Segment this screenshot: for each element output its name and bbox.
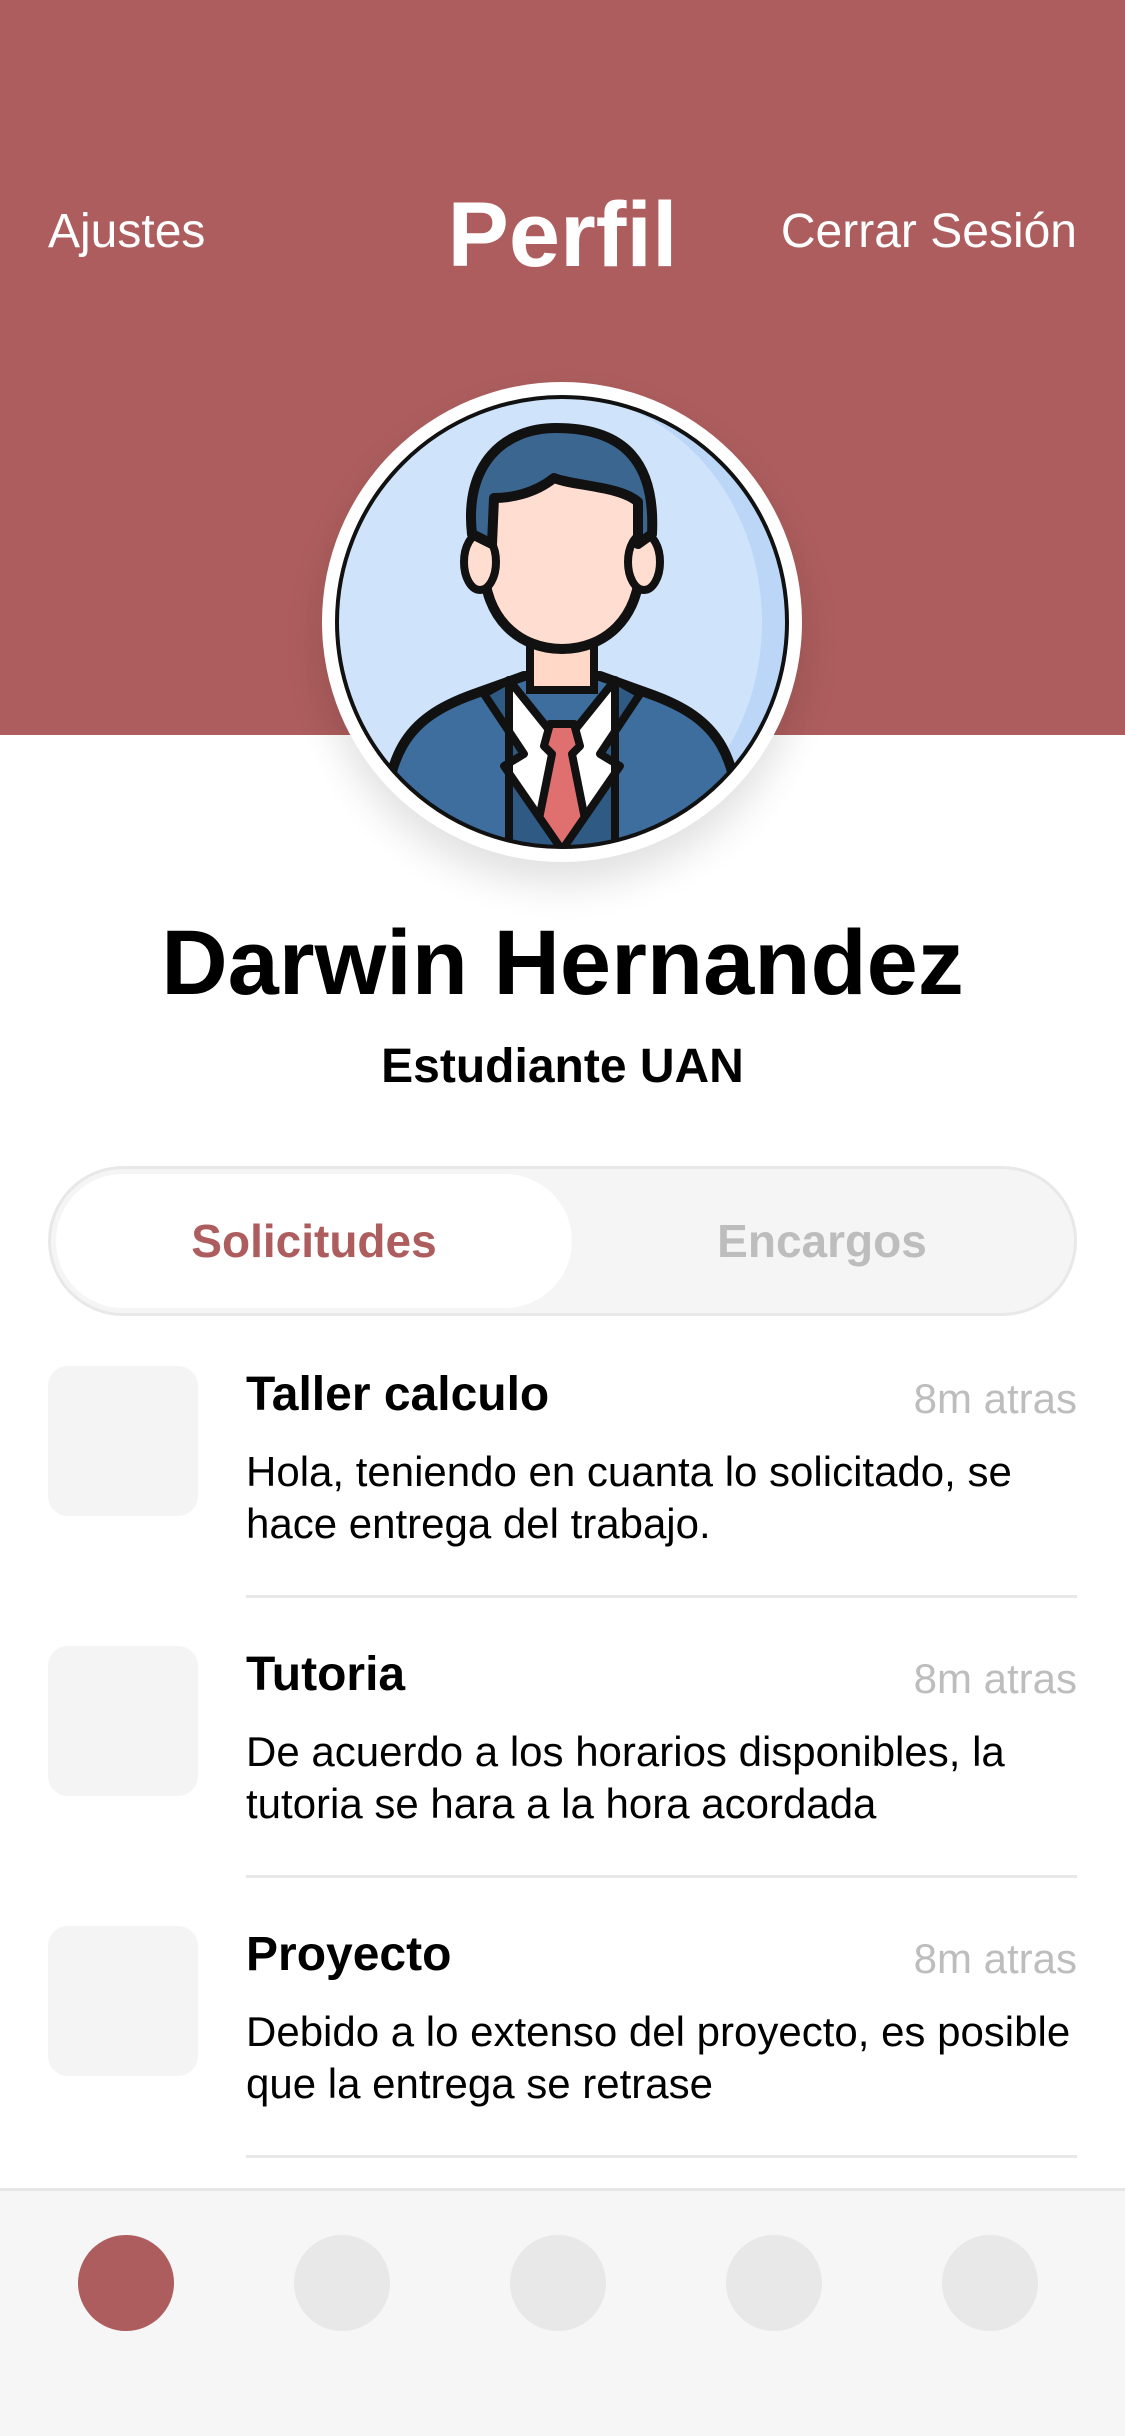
divider: [246, 1595, 1077, 1598]
message-time: 8m atras: [913, 1375, 1077, 1422]
message-body: Debido a lo extenso del proyecto, es pos…: [246, 2008, 1071, 2107]
tab-bar-item-1[interactable]: [78, 2235, 174, 2331]
message-time: 8m atras: [913, 1935, 1077, 1982]
divider: [246, 2155, 1077, 2158]
tab-solicitudes[interactable]: Solicitudes: [56, 1174, 572, 1308]
tab-bar-item-4[interactable]: [726, 2235, 822, 2331]
tab-encargos[interactable]: Encargos: [572, 1174, 1072, 1308]
tab-bar-item-3[interactable]: [510, 2235, 606, 2331]
message-time: 8m atras: [913, 1655, 1077, 1702]
profile-role: Estudiante UAN: [381, 1040, 744, 1093]
tab-bar-item-2[interactable]: [294, 2235, 390, 2331]
logout-link[interactable]: Cerrar Sesión: [781, 200, 1077, 264]
message-body: De acuerdo a los horarios disponibles, l…: [246, 1728, 1005, 1827]
list-item[interactable]: Taller calculo 8m atras Hola, teniendo e…: [0, 1366, 1125, 1646]
divider: [246, 1875, 1077, 1878]
segmented-control: Solicitudes Encargos: [48, 1166, 1077, 1316]
message-thumbnail: [48, 1646, 198, 1796]
message-title: Tutoria: [246, 1648, 406, 1701]
message-body: Hola, teniendo en cuanta lo solicitado, …: [246, 1448, 1012, 1547]
avatar[interactable]: [322, 382, 802, 862]
list-item[interactable]: Tutoria 8m atras De acuerdo a los horari…: [0, 1646, 1125, 1926]
profile-name: Darwin Hernandez: [161, 912, 964, 1014]
message-title: Taller calculo: [246, 1368, 550, 1421]
message-thumbnail: [48, 1366, 198, 1516]
businessman-avatar-icon: [335, 395, 789, 849]
bottom-tab-bar: [0, 2188, 1125, 2436]
message-title: Proyecto: [246, 1928, 452, 1981]
message-thumbnail: [48, 1926, 198, 2076]
tab-bar-item-5[interactable]: [942, 2235, 1038, 2331]
list-item[interactable]: Proyecto 8m atras Debido a lo extenso de…: [0, 1926, 1125, 2206]
